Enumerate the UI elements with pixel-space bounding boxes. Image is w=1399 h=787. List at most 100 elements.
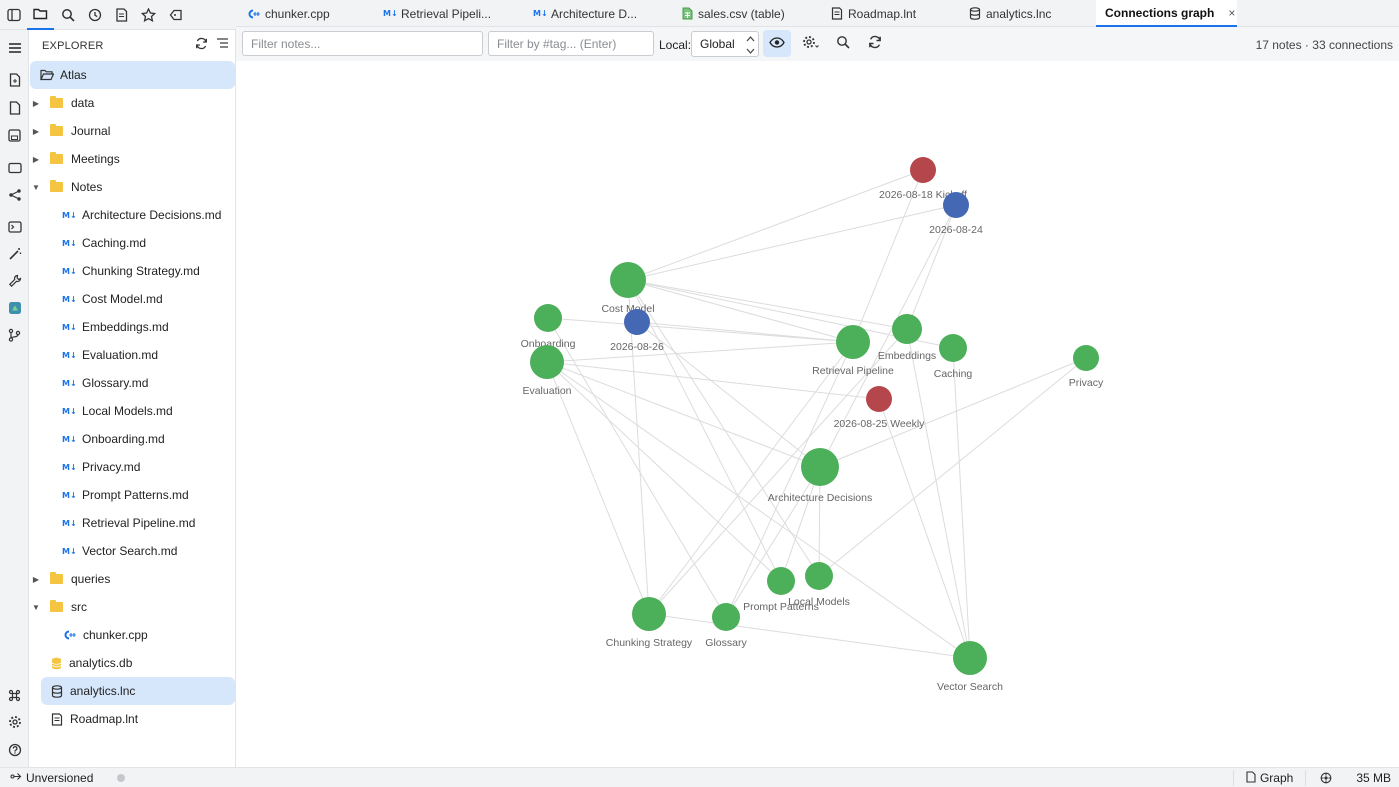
tag-filter-input[interactable]: [488, 31, 654, 56]
notes-icon[interactable]: [108, 0, 135, 30]
history-icon[interactable]: [81, 0, 108, 30]
local-depth-select[interactable]: Global: [691, 31, 759, 57]
tree-item[interactable]: M↓ Evaluation.md: [29, 341, 236, 369]
graph-node-circle[interactable]: [910, 157, 936, 183]
graph-node-privacy[interactable]: Privacy: [1069, 345, 1104, 389]
network-icon[interactable]: [1320, 772, 1332, 784]
graph-node-circle[interactable]: [892, 314, 922, 344]
graph-node-circle[interactable]: [943, 192, 969, 218]
tree-item[interactable]: ▶ data: [29, 89, 236, 117]
tree-item[interactable]: ▼ src: [29, 593, 236, 621]
share-icon[interactable]: [0, 183, 29, 207]
tree-item[interactable]: M↓ Caching.md: [29, 229, 236, 257]
vcs-status[interactable]: Unversioned: [26, 771, 93, 785]
show-orphans-eye-button[interactable]: [763, 30, 791, 57]
refresh-icon[interactable]: [195, 37, 208, 53]
filter-notes-input[interactable]: [242, 31, 483, 56]
chevron-right-icon[interactable]: ▶: [30, 575, 42, 584]
graph-node-circle[interactable]: [712, 603, 740, 631]
magic-wand-icon[interactable]: [0, 242, 29, 266]
settings-gear-icon[interactable]: [0, 710, 29, 734]
new-note-icon[interactable]: [0, 68, 29, 92]
tree-item[interactable]: analytics.lnc: [41, 677, 235, 705]
tree-item[interactable]: M↓ Cost Model.md: [29, 285, 236, 313]
terminal-icon[interactable]: [0, 215, 29, 239]
tree-item[interactable]: M↓ Local Models.md: [29, 397, 236, 425]
tree-item[interactable]: ▶ queries: [29, 565, 236, 593]
view-mode-graph[interactable]: Graph: [1232, 770, 1307, 786]
tree-item[interactable]: analytics.db: [29, 649, 236, 677]
graph-node-circle[interactable]: [624, 309, 650, 335]
graph-node-chunking[interactable]: Chunking Strategy: [606, 597, 693, 649]
tab-connections-graph[interactable]: Connections graph ×: [1096, 0, 1237, 27]
tab-roadmap[interactable]: Roadmap.lnt: [831, 0, 916, 27]
close-tab-icon[interactable]: ×: [1228, 6, 1235, 20]
graph-node-circle[interactable]: [866, 386, 892, 412]
zoom-fit-button[interactable]: [829, 30, 857, 57]
window-icon[interactable]: [0, 156, 29, 180]
chevron-right-icon[interactable]: ▶: [30, 99, 42, 108]
search-icon[interactable]: [54, 0, 81, 30]
new-file-icon[interactable]: [0, 96, 29, 120]
graph-node-onboarding[interactable]: Onboarding: [521, 304, 576, 350]
graph-node-weekly[interactable]: 2026-08-25 Weekly: [834, 386, 926, 430]
save-icon[interactable]: [0, 123, 29, 147]
graph-node-local[interactable]: Local Models: [788, 562, 850, 608]
tree-root-atlas[interactable]: Atlas: [30, 61, 235, 89]
git-branch-icon[interactable]: [0, 323, 29, 347]
graph-node-circle[interactable]: [805, 562, 833, 590]
graph-node-circle[interactable]: [1073, 345, 1099, 371]
chevron-right-icon[interactable]: ▶: [30, 127, 42, 136]
graph-node-glossary[interactable]: Glossary: [705, 603, 747, 649]
graph-node-cost[interactable]: Cost Model: [601, 262, 655, 315]
graph-node-circle[interactable]: [801, 448, 839, 486]
toggle-sidebar-icon[interactable]: [0, 0, 27, 30]
graph-svg[interactable]: 2026-08-18 Kickoff2026-08-24Cost ModelOn…: [236, 61, 1399, 767]
tree-item[interactable]: M↓ Glossary.md: [29, 369, 236, 397]
tree-item[interactable]: M↓ Architecture Decisions.md: [29, 201, 236, 229]
graph-node-circle[interactable]: [534, 304, 562, 332]
graph-node-d26[interactable]: 2026-08-26: [610, 309, 664, 353]
tab-analytics-lnc[interactable]: analytics.lnc: [969, 0, 1051, 27]
tree-item[interactable]: Roadmap.lnt: [29, 705, 236, 733]
tab-chunker-cpp[interactable]: chunker.cpp: [246, 0, 330, 27]
tree-item[interactable]: ▼ Notes: [29, 173, 236, 201]
app-logo-icon[interactable]: [0, 296, 29, 320]
graph-node-circle[interactable]: [939, 334, 967, 362]
tree-item[interactable]: M↓ Retrieval Pipeline.md: [29, 509, 236, 537]
tab-retrieval-pipeline[interactable]: M↓ Retrieval Pipeli...: [383, 0, 491, 27]
star-icon[interactable]: [135, 0, 162, 30]
tag-icon[interactable]: [162, 0, 189, 30]
files-icon[interactable]: [27, 0, 54, 30]
graph-node-circle[interactable]: [767, 567, 795, 595]
tab-sales-csv[interactable]: sales.csv (table): [682, 0, 785, 27]
graph-node-vector[interactable]: Vector Search: [937, 641, 1003, 693]
graph-node-circle[interactable]: [836, 325, 870, 359]
graph-settings-button[interactable]: [797, 30, 825, 57]
tree-item[interactable]: M↓ Onboarding.md: [29, 425, 236, 453]
tab-architecture-decisions[interactable]: M↓ Architecture D...: [533, 0, 637, 27]
chevron-down-icon[interactable]: ▼: [30, 603, 42, 612]
graph-node-arch[interactable]: Architecture Decisions: [768, 448, 872, 504]
tree-item[interactable]: chunker.cpp: [29, 621, 236, 649]
chevron-right-icon[interactable]: ▶: [30, 155, 42, 164]
graph-node-circle[interactable]: [610, 262, 646, 298]
tree-item[interactable]: ▶ Journal: [29, 117, 236, 145]
graph-node-evaluation[interactable]: Evaluation: [522, 345, 572, 397]
graph-node-caching[interactable]: Caching: [934, 334, 973, 380]
collapse-all-icon[interactable]: [216, 37, 229, 53]
menu-icon[interactable]: [0, 36, 29, 60]
graph-node-circle[interactable]: [953, 641, 987, 675]
tree-item[interactable]: M↓ Vector Search.md: [29, 537, 236, 565]
graph-node-circle[interactable]: [530, 345, 564, 379]
tree-item[interactable]: M↓ Chunking Strategy.md: [29, 257, 236, 285]
spinner-arrows-icon[interactable]: [746, 34, 755, 56]
tree-item[interactable]: M↓ Embeddings.md: [29, 313, 236, 341]
wrench-icon[interactable]: [0, 269, 29, 293]
reload-graph-button[interactable]: [861, 30, 889, 57]
tree-item[interactable]: M↓ Prompt Patterns.md: [29, 481, 236, 509]
help-icon[interactable]: [0, 738, 29, 762]
tree-item[interactable]: ▶ Meetings: [29, 145, 236, 173]
tree-item[interactable]: M↓ Privacy.md: [29, 453, 236, 481]
graph-canvas[interactable]: 2026-08-18 Kickoff 2026-08-24 Cost Model On…: [236, 61, 1399, 767]
